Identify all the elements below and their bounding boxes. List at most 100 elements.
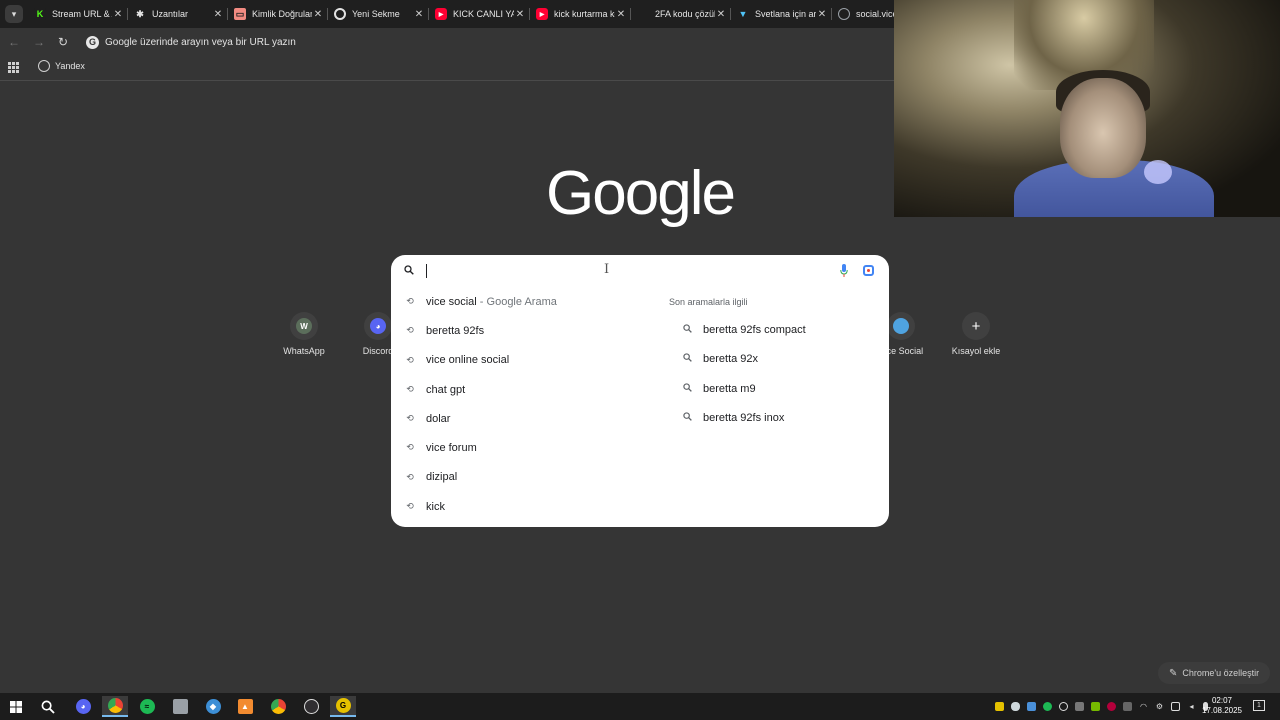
suggestion-item[interactable]: ⟲ chat gpt — [391, 375, 651, 404]
taskbar-app[interactable] — [102, 696, 128, 717]
suggestion-item[interactable]: ⟲ vice social - Google Arama — [391, 287, 651, 316]
tab[interactable]: ▶ kick kurtarma kodu ✕ — [530, 0, 631, 28]
suggestion-suffix: - Google Arama — [476, 295, 557, 308]
back-icon[interactable]: ← — [6, 34, 22, 50]
tab[interactable]: social.vice-r — [832, 0, 894, 28]
customize-chrome-button[interactable]: ✎ Chrome'u özelleştir — [1158, 662, 1270, 684]
suggestion-item[interactable]: ⟲ kick — [391, 492, 651, 521]
taskbar-app[interactable]: ◆ — [200, 696, 226, 717]
close-icon[interactable]: ✕ — [112, 9, 124, 20]
start-button[interactable] — [3, 696, 29, 717]
tab[interactable]: ▶ KICK CANLI YAYIN ✕ — [429, 0, 530, 28]
related-text: beretta m9 — [703, 382, 756, 395]
add-shortcut-button[interactable]: + Kısayol ekle — [936, 312, 1016, 356]
spotify-tray-icon[interactable] — [1043, 702, 1052, 711]
close-icon[interactable]: ✕ — [413, 9, 425, 20]
tab-search-button[interactable]: ▾ — [5, 5, 23, 23]
close-icon[interactable]: ✕ — [212, 9, 224, 20]
maps-app-icon: ▲ — [237, 699, 253, 714]
tab[interactable]: ▭ Kimlik Doğrulama ✕ — [228, 0, 328, 28]
cloud-icon[interactable] — [1011, 702, 1020, 711]
wifi-icon[interactable]: ◠ — [1139, 702, 1148, 711]
suggestion-item[interactable]: ⟲ dizipal — [391, 463, 651, 492]
globe-icon — [838, 8, 850, 20]
tab[interactable]: Yeni Sekme ✕ — [328, 0, 429, 28]
steam-tray-icon[interactable] — [1059, 702, 1068, 711]
taskbar-app[interactable]: G — [330, 696, 356, 717]
suggestion-text: beretta 92fs — [426, 324, 485, 337]
suggestion-item[interactable]: ⟲ vice forum — [391, 433, 651, 462]
notification-icon[interactable]: 1 — [1253, 700, 1265, 711]
taskbar-search-button[interactable] — [35, 696, 61, 717]
close-icon[interactable]: ✕ — [816, 9, 828, 20]
taskbar-app[interactable] — [265, 696, 291, 717]
related-item[interactable]: beretta m9 — [669, 375, 879, 404]
forward-icon[interactable]: → — [31, 34, 47, 50]
apps-grid-icon[interactable] — [8, 62, 19, 73]
taskbar-app[interactable] — [298, 696, 324, 717]
tab[interactable]: 2FA kodu çözülmedi ✕ — [631, 0, 731, 28]
tab[interactable]: K Stream URL & Anahtar ✕ — [28, 0, 128, 28]
tab-title: Uzantılar — [152, 9, 189, 19]
suggestion-item[interactable]: ⟲ dolar — [391, 404, 651, 433]
tab[interactable]: ▼ Svetlana için arama ✕ — [731, 0, 832, 28]
clock-date: 17.08.2025 — [1201, 706, 1243, 715]
ibeam-cursor-icon: I — [604, 262, 610, 277]
microphone-icon[interactable] — [840, 264, 848, 277]
shortcut-label: WhatsApp — [283, 346, 325, 356]
taskbar-app[interactable]: ▲ — [232, 696, 258, 717]
omnibox[interactable]: G Google üzerinde arayın veya bir URL ya… — [80, 32, 890, 52]
vpn-app-icon: ◆ — [205, 699, 221, 714]
related-item[interactable]: beretta 92fs compact — [669, 316, 879, 345]
nvidia-icon[interactable] — [1091, 702, 1100, 711]
close-icon[interactable]: ✕ — [312, 9, 324, 20]
discord-icon: ◕ — [370, 318, 386, 334]
search-icon — [41, 700, 55, 714]
tray-grid-icon[interactable] — [1075, 702, 1084, 711]
volume-icon[interactable]: ◂ — [1187, 702, 1196, 711]
close-icon[interactable]: ✕ — [715, 9, 727, 20]
tray-app-icon[interactable] — [995, 702, 1004, 711]
related-searches: beretta 92fs compact beretta 92x beretta… — [669, 316, 879, 433]
history-icon: ⟲ — [406, 471, 414, 482]
close-icon[interactable]: ✕ — [514, 9, 526, 20]
history-suggestions: ⟲ vice social - Google Arama ⟲ beretta 9… — [391, 287, 651, 521]
google-lens-icon[interactable] — [863, 265, 874, 276]
bookmark-yandex[interactable]: Yandex — [38, 60, 85, 72]
google-logo: Google — [546, 159, 736, 228]
taskbar-app[interactable]: ◕ — [70, 696, 96, 717]
history-icon: ⟲ — [406, 325, 414, 336]
steam-icon[interactable]: ⚙ — [1155, 702, 1164, 711]
whatsapp-icon: W — [296, 318, 312, 334]
reload-icon[interactable]: ↻ — [55, 34, 71, 50]
chrome-app-icon — [107, 698, 123, 713]
suggestion-item[interactable]: ⟲ vice online social — [391, 346, 651, 375]
bookmark-label: Yandex — [55, 61, 85, 71]
close-icon[interactable]: ✕ — [615, 9, 627, 20]
search-input[interactable]: I — [391, 255, 889, 287]
id-card-icon: ▭ — [234, 8, 246, 20]
omnibox-placeholder: Google üzerinde arayın veya bir URL yazı… — [105, 36, 296, 48]
tray-app-icon-2[interactable] — [1123, 702, 1132, 711]
taskbar-app[interactable]: ≈ — [134, 696, 160, 717]
suggestion-item[interactable]: ⟲ beretta 92fs — [391, 316, 651, 345]
suggestion-text: kick — [426, 500, 445, 513]
clock-time: 02:07 — [1211, 696, 1233, 705]
tab-title: 2FA kodu çözülmedi — [655, 9, 715, 19]
search-icon — [683, 382, 692, 392]
tab[interactable]: ✱ Uzantılar ✕ — [128, 0, 228, 28]
monitor-icon[interactable] — [1171, 702, 1180, 711]
system-clock[interactable]: 02:07 17.08.2025 — [1200, 696, 1244, 716]
drive-icon[interactable] — [1027, 702, 1036, 711]
suggestion-text: vice forum — [426, 442, 477, 455]
youtube-icon: ▶ — [536, 8, 548, 20]
webcam-overlay — [894, 0, 1280, 217]
record-icon[interactable] — [1107, 702, 1116, 711]
taskbar-app[interactable] — [167, 696, 193, 717]
shortcut-whatsapp[interactable]: W WhatsApp — [264, 312, 344, 356]
file-app-icon — [172, 699, 188, 714]
related-item[interactable]: beretta 92x — [669, 345, 879, 374]
kick-icon: K — [34, 8, 46, 20]
system-tray: ◠ ⚙ ◂ — [995, 693, 1215, 720]
related-item[interactable]: beretta 92fs inox — [669, 404, 879, 433]
